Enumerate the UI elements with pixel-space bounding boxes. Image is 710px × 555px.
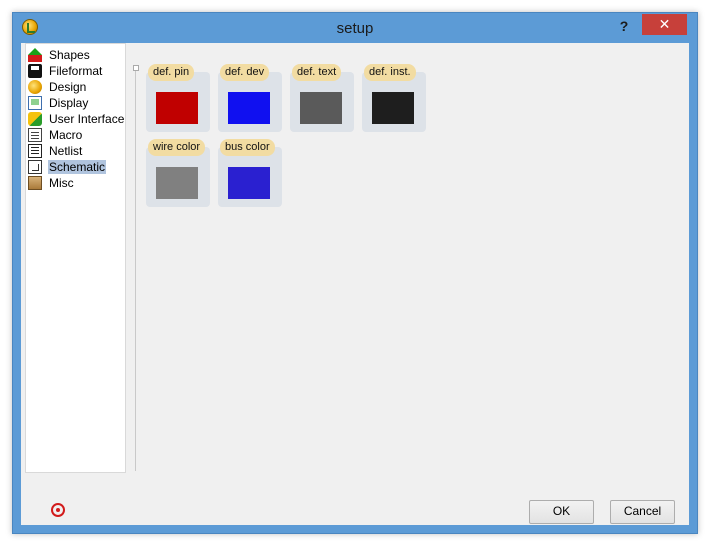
dialog-body: Shapes Fileformat Design Display User In… (21, 43, 689, 525)
color-tile-def-pin[interactable]: def. pin (146, 64, 210, 132)
design-icon (28, 80, 42, 94)
color-tile-wire-color[interactable]: wire color (146, 139, 210, 207)
netlist-icon (28, 144, 42, 158)
shapes-icon (28, 48, 42, 62)
app-logo-icon (51, 503, 65, 517)
color-label: def. inst. (364, 64, 416, 81)
color-swatch[interactable] (300, 92, 342, 124)
window-title: setup (336, 20, 374, 37)
fileformat-icon (28, 64, 42, 78)
schematic-icon (28, 160, 42, 174)
sidebar-item-netlist[interactable]: Netlist (28, 143, 83, 159)
display-icon (28, 96, 42, 110)
sidebar-item-misc[interactable]: Misc (28, 175, 75, 191)
sidebar-item-label: Schematic (48, 160, 107, 174)
panel-splitter[interactable] (130, 43, 140, 471)
color-tile-def-dev[interactable]: def. dev (218, 64, 282, 132)
settings-category-list[interactable]: Shapes Fileformat Design Display User In… (25, 43, 126, 473)
sidebar-item-macro[interactable]: Macro (28, 127, 83, 143)
title-bar[interactable]: setup ? ✕ (13, 13, 697, 43)
sidebar-item-schematic[interactable]: Schematic (28, 159, 107, 175)
sidebar-item-label: Display (49, 96, 89, 110)
color-label: wire color (148, 139, 206, 156)
color-swatch[interactable] (372, 92, 414, 124)
color-label: bus color (220, 139, 275, 156)
color-label: def. dev (220, 64, 270, 81)
splitter-line (135, 65, 136, 471)
color-swatch[interactable] (228, 167, 270, 199)
color-swatch[interactable] (156, 92, 198, 124)
sidebar-item-label: Design (49, 80, 87, 94)
macro-icon (28, 128, 42, 142)
ok-button[interactable]: OK (529, 500, 594, 524)
color-tile-bus-color[interactable]: bus color (218, 139, 282, 207)
user-interface-icon (28, 112, 42, 126)
sidebar-item-label: Netlist (49, 144, 83, 158)
color-tile-def-text[interactable]: def. text (290, 64, 354, 132)
sidebar-item-label: User Interface (49, 112, 125, 126)
close-button[interactable]: ✕ (642, 14, 687, 35)
setup-window: setup ? ✕ Shapes Fileformat Design Displ… (12, 12, 698, 534)
sidebar-item-label: Fileformat (49, 64, 103, 78)
sidebar-item-shapes[interactable]: Shapes (28, 47, 91, 63)
color-tile-def-inst[interactable]: def. inst. (362, 64, 426, 132)
sidebar-item-display[interactable]: Display (28, 95, 89, 111)
color-swatch[interactable] (228, 92, 270, 124)
sidebar-item-fileformat[interactable]: Fileformat (28, 63, 103, 79)
cancel-button[interactable]: Cancel (610, 500, 675, 524)
misc-icon (28, 176, 42, 190)
color-label: def. text (292, 64, 342, 81)
sidebar-item-user-interface[interactable]: User Interface (28, 111, 125, 127)
help-button[interactable]: ? (613, 16, 635, 36)
sidebar-item-label: Shapes (49, 48, 90, 62)
color-label: def. pin (148, 64, 195, 81)
color-swatch[interactable] (156, 167, 198, 199)
sidebar-item-design[interactable]: Design (28, 79, 87, 95)
splitter-handle[interactable] (133, 65, 139, 71)
sidebar-item-label: Macro (49, 128, 83, 142)
sidebar-item-label: Misc (49, 176, 74, 190)
